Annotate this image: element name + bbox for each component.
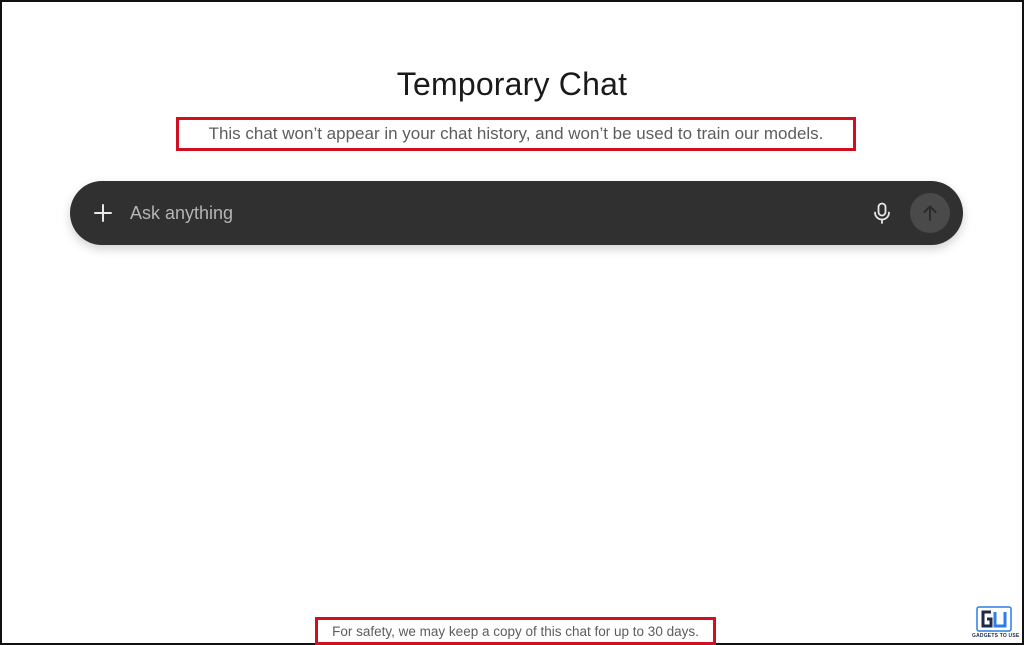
gadgets-to-use-watermark: GADGETS TO USE bbox=[972, 606, 1020, 642]
gadgets-to-use-logo bbox=[976, 606, 1012, 632]
plus-icon bbox=[94, 204, 112, 222]
send-button[interactable] bbox=[910, 193, 950, 233]
arrow-up-icon bbox=[923, 205, 937, 221]
dictate-button[interactable] bbox=[870, 201, 894, 225]
microphone-icon bbox=[874, 202, 890, 224]
chat-composer bbox=[70, 181, 963, 245]
temporary-chat-description: This chat won’t appear in your chat hist… bbox=[208, 124, 824, 143]
ask-input[interactable] bbox=[130, 199, 850, 227]
watermark-text: GADGETS TO USE bbox=[972, 633, 1020, 639]
subtitle-highlight-box: This chat won’t appear in your chat hist… bbox=[176, 117, 856, 151]
temporary-chat-page: Temporary Chat This chat won’t appear in… bbox=[0, 0, 1024, 645]
safety-note: For safety, we may keep a copy of this c… bbox=[332, 623, 699, 639]
footer-highlight-box: For safety, we may keep a copy of this c… bbox=[315, 617, 716, 645]
page-title: Temporary Chat bbox=[396, 66, 628, 102]
attach-button[interactable] bbox=[88, 198, 118, 228]
